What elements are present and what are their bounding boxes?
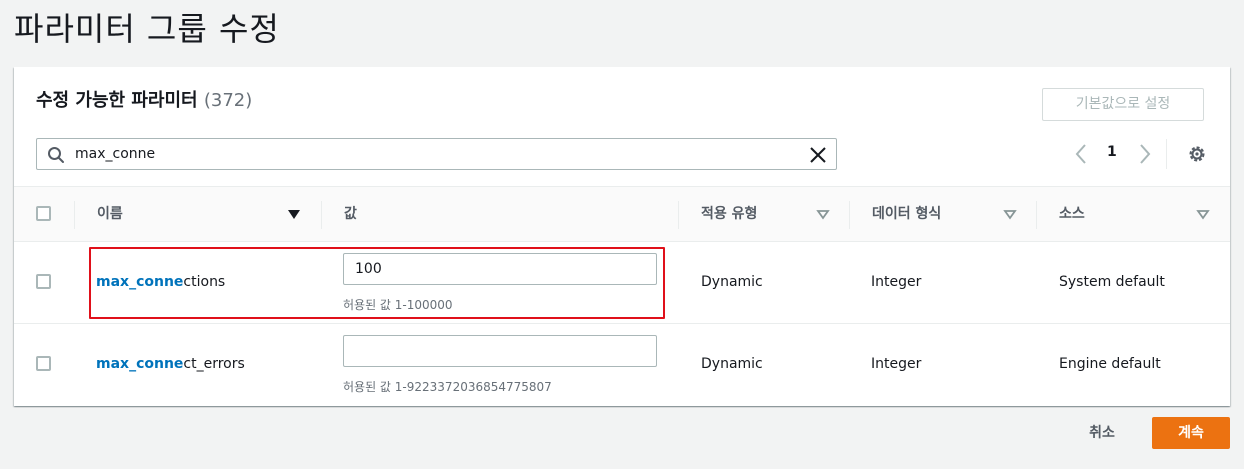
allowed-values-hint: 허용된 값 1-9223372036854775807 xyxy=(343,380,552,394)
column-header-data-type[interactable]: 데이터 형식 xyxy=(872,187,941,241)
column-header-source[interactable]: 소스 xyxy=(1059,187,1085,241)
column-header-name[interactable]: 이름 xyxy=(97,187,123,241)
cancel-button[interactable]: 취소 xyxy=(1070,417,1134,449)
close-icon[interactable] xyxy=(809,146,827,164)
column-divider xyxy=(678,201,679,229)
data-type: Integer xyxy=(871,356,922,372)
row-checkbox[interactable] xyxy=(36,356,51,371)
parameter-name[interactable]: max_connect_errors xyxy=(96,356,245,372)
search-icon xyxy=(48,147,64,163)
source: Engine default xyxy=(1059,356,1161,372)
sort-icon[interactable] xyxy=(1003,207,1017,221)
column-divider xyxy=(1036,201,1037,229)
chevron-left-icon[interactable] xyxy=(1072,143,1090,165)
parameter-name-rest: ct_errors xyxy=(183,356,245,372)
page-number[interactable]: 1 xyxy=(1107,144,1117,160)
sort-icon[interactable] xyxy=(1196,207,1210,221)
column-header-apply-type[interactable]: 적용 유형 xyxy=(701,187,757,241)
parameters-panel: 수정 가능한 파라미터 (372) 기본값으로 설정 max_conne 1 이… xyxy=(14,67,1230,406)
sort-descending-icon[interactable] xyxy=(287,207,301,221)
page-title: 파라미터 그룹 수정 xyxy=(14,10,280,48)
reset-to-default-button[interactable]: 기본값으로 설정 xyxy=(1042,88,1204,121)
value-input[interactable] xyxy=(343,335,657,367)
highlight-box xyxy=(89,247,665,319)
gear-icon[interactable] xyxy=(1187,144,1207,164)
column-divider xyxy=(321,201,322,229)
select-all-checkbox[interactable] xyxy=(36,206,51,221)
column-divider xyxy=(849,201,850,229)
search-input[interactable]: max_conne xyxy=(36,138,837,170)
table-row: max_connect_errors 허용된 값 1-9223372036854… xyxy=(14,324,1230,406)
panel-title-text: 수정 가능한 파라미터 xyxy=(36,90,198,111)
column-header-value[interactable]: 값 xyxy=(344,187,357,241)
apply-type: Dynamic xyxy=(701,356,763,372)
search-value: max_conne xyxy=(75,146,156,162)
parameter-name-match: max_conne xyxy=(96,356,184,372)
table-header: 이름 값 적용 유형 데이터 형식 소스 xyxy=(14,186,1230,242)
chevron-right-icon[interactable] xyxy=(1136,143,1154,165)
column-divider xyxy=(74,201,75,229)
parameter-count: (372) xyxy=(203,90,253,111)
source: System default xyxy=(1059,274,1165,290)
pager-divider xyxy=(1166,139,1167,169)
continue-button[interactable]: 계속 xyxy=(1152,417,1230,449)
data-type: Integer xyxy=(871,274,922,290)
panel-title: 수정 가능한 파라미터 (372) xyxy=(36,86,252,112)
sort-icon[interactable] xyxy=(816,207,830,221)
row-checkbox[interactable] xyxy=(36,274,51,289)
apply-type: Dynamic xyxy=(701,274,763,290)
